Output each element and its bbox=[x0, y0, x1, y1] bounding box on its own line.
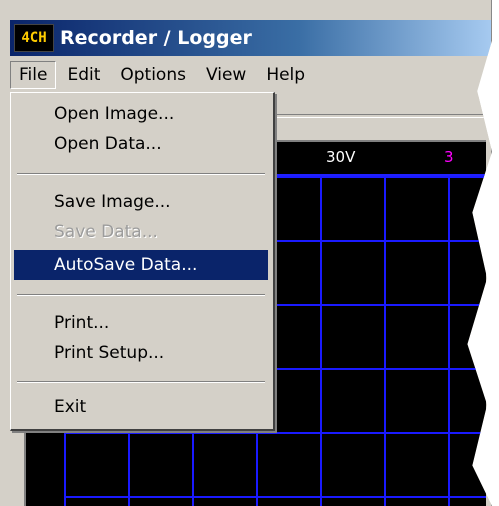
menu-view[interactable]: View bbox=[197, 61, 255, 89]
menu-item-print[interactable]: Print... bbox=[14, 308, 268, 338]
app-logo-icon: 4CH bbox=[14, 24, 54, 52]
menu-item-print-setup[interactable]: Print Setup... bbox=[14, 338, 268, 368]
channel-scale-label: 3 bbox=[444, 148, 454, 166]
menu-item-open-image[interactable]: Open Image... bbox=[14, 99, 268, 129]
menu-item-exit[interactable]: Exit bbox=[14, 392, 268, 422]
menu-edit[interactable]: Edit bbox=[58, 61, 109, 89]
menu-separator bbox=[17, 381, 265, 383]
menu-options[interactable]: Options bbox=[111, 61, 195, 89]
title-bar[interactable]: 4CH Recorder / Logger bbox=[10, 20, 491, 56]
menu-bar: File Edit Options View Help bbox=[10, 58, 491, 92]
menu-item-save-image[interactable]: Save Image... bbox=[14, 187, 268, 217]
menu-item-save-data: Save Data... bbox=[54, 222, 158, 242]
menu-help[interactable]: Help bbox=[257, 61, 314, 89]
menu-separator bbox=[17, 294, 265, 296]
window-title: Recorder / Logger bbox=[60, 27, 252, 49]
menu-file[interactable]: File bbox=[10, 61, 57, 89]
menu-item-open-data[interactable]: Open Data... bbox=[14, 129, 268, 159]
menu-separator bbox=[17, 173, 265, 175]
menu-item-autosave-data[interactable]: AutoSave Data... bbox=[14, 250, 268, 280]
file-menu-dropdown: Open Image... Open Data... Save Image...… bbox=[10, 92, 275, 431]
channel-scale-label: 30V bbox=[326, 148, 356, 166]
